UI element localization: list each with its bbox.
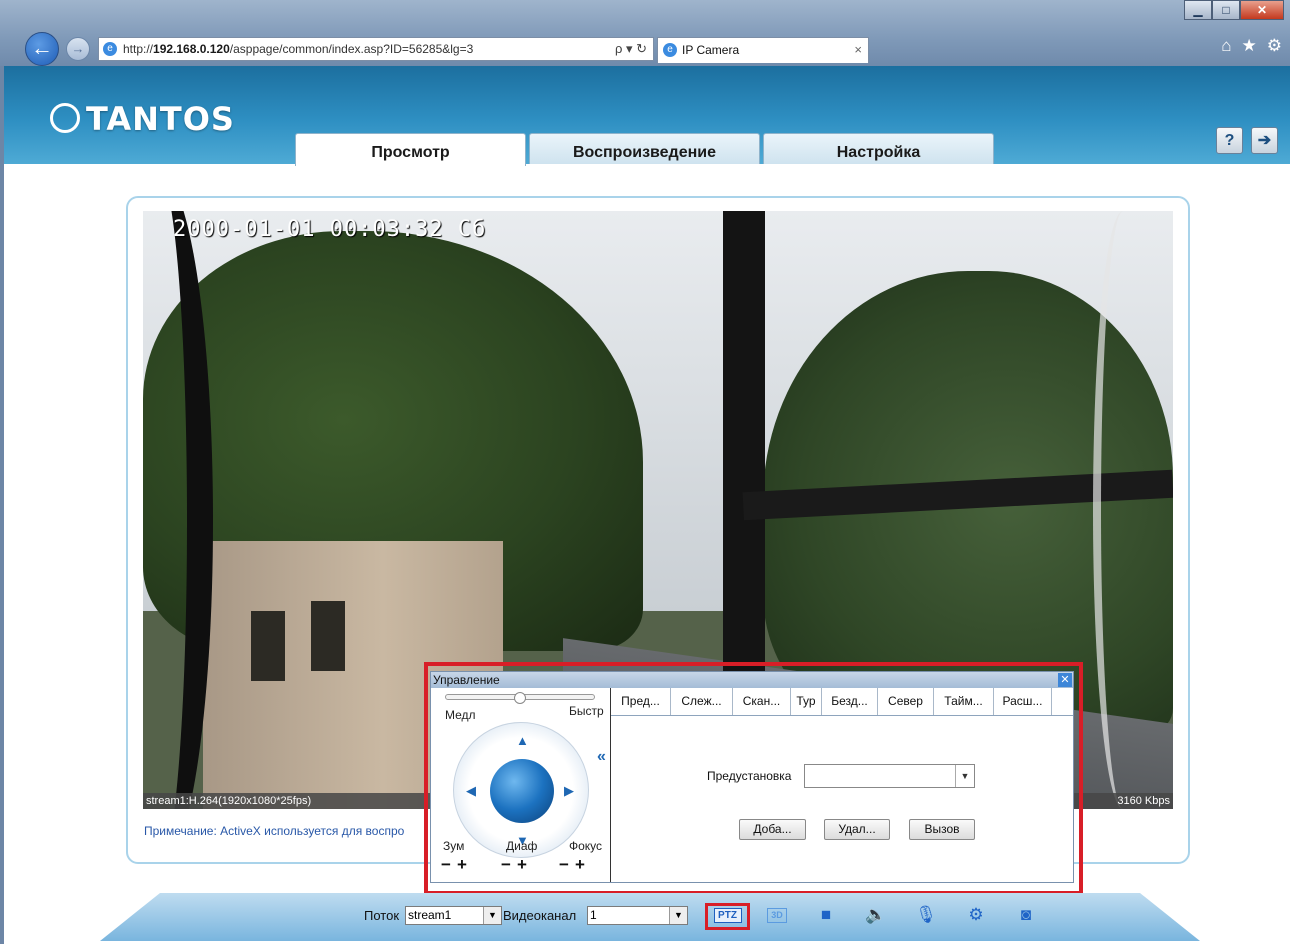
pan-left-icon[interactable]: ◀	[466, 783, 476, 799]
settings-icon[interactable]: ⚙	[965, 905, 987, 925]
logo: TANTOS	[50, 100, 235, 138]
url-host: 192.168.0.120	[153, 42, 230, 56]
settings-gear-icon[interactable]: ⚙	[1267, 36, 1282, 56]
tab-idle[interactable]: Безд...	[822, 688, 878, 715]
video-window	[251, 611, 285, 681]
preset-label: Предустановка	[707, 769, 792, 783]
ie-icon: e	[103, 42, 117, 56]
bitrate: 3160 Kbps	[1117, 795, 1170, 807]
ptz-tabs: Пред... Слеж... Скан... Тур Безд... Севе…	[611, 688, 1073, 716]
browser-toolbar: ⌂ ★ ⚙	[1221, 36, 1282, 56]
logout-icon[interactable]: ➔	[1251, 127, 1278, 154]
chevron-down-icon[interactable]: ▼	[483, 907, 501, 924]
address-bar[interactable]: e http://192.168.0.120/asppage/common/in…	[98, 37, 654, 61]
osd-timestamp: 2000-01-01 00:03:32 Сб	[173, 217, 487, 242]
minimize-button[interactable]: ▁	[1184, 0, 1212, 20]
window-edge	[0, 66, 4, 944]
channel-value: 1	[590, 908, 597, 922]
home-icon[interactable]: ⌂	[1221, 36, 1231, 56]
iris-label: Диаф	[506, 839, 538, 853]
tab-settings[interactable]: Настройка	[763, 133, 994, 164]
tab-close-icon[interactable]: ×	[854, 38, 862, 62]
video-grille	[1093, 211, 1153, 809]
ptz-icon: PTZ	[713, 908, 742, 923]
zoom-plus-button[interactable]: +	[457, 855, 473, 874]
collapse-icon[interactable]: «	[597, 748, 606, 766]
snapshot-camera-icon[interactable]: ◙	[1015, 905, 1037, 925]
ptz-panel: Управление ✕ Медл Быстр ▲ ▼ ◀ ▶ « Зум Ди…	[430, 671, 1074, 883]
pan-up-icon[interactable]: ▲	[516, 733, 529, 748]
focus-plus-button[interactable]: +	[575, 855, 591, 874]
stream-value: stream1	[408, 908, 452, 922]
url-path: /asppage/common/index.asp?ID=56285&lg=3	[229, 42, 474, 56]
channel-select[interactable]: 1 ▼	[587, 906, 688, 925]
tab-title: IP Camera	[682, 43, 740, 57]
activex-note: Примечание: ActiveX используется для вос…	[144, 824, 405, 838]
focus-minus-button[interactable]: −	[559, 855, 575, 874]
iris-plus-button[interactable]: +	[517, 855, 533, 874]
add-preset-button[interactable]: Доба...	[739, 819, 806, 840]
pan-right-icon[interactable]: ▶	[564, 783, 574, 799]
logo-icon	[50, 103, 80, 133]
ptz-title-bar[interactable]: Управление ✕	[431, 672, 1073, 688]
tab-north[interactable]: Север	[878, 688, 934, 715]
ptz-joystick[interactable]: ▲ ▼ ◀ ▶	[453, 722, 589, 858]
speed-slider-handle[interactable]	[514, 692, 526, 704]
logo-text: TANTOS	[86, 100, 235, 138]
stream-info: stream1:H.264(1920x1080*25fps)	[146, 795, 312, 807]
address-search-controls[interactable]: ρ ▾ ↻	[615, 38, 647, 60]
channel-label: Видеоканал	[503, 908, 577, 923]
header-controls: ? ➔	[1216, 127, 1278, 154]
3d-button[interactable]: 3D	[767, 908, 787, 923]
favorites-icon[interactable]: ★	[1242, 36, 1257, 56]
speed-slow-label: Медл	[445, 708, 476, 722]
video-window	[311, 601, 345, 671]
ie-icon: e	[663, 43, 677, 57]
delete-preset-button[interactable]: Удал...	[824, 819, 890, 840]
tab-tracking[interactable]: Слеж...	[671, 688, 733, 715]
tab-live-view[interactable]: Просмотр	[295, 133, 526, 166]
stop-icon[interactable]: ■	[815, 905, 837, 925]
ptz-joystick-area: Медл Быстр ▲ ▼ ◀ ▶ « Зум Диаф Фокус −+ −…	[431, 688, 611, 882]
call-preset-button[interactable]: Вызов	[909, 819, 975, 840]
ptz-title: Управление	[433, 673, 500, 687]
ptz-button[interactable]: PTZ	[705, 903, 750, 930]
tab-scan[interactable]: Скан...	[733, 688, 791, 715]
speed-fast-label: Быстр	[569, 704, 604, 718]
tab-preset[interactable]: Пред...	[611, 688, 671, 715]
help-icon[interactable]: ?	[1216, 127, 1243, 154]
iris-minus-button[interactable]: −	[501, 855, 517, 874]
zoom-label: Зум	[443, 839, 465, 853]
browser-tab[interactable]: e IP Camera ×	[657, 37, 869, 63]
forward-icon[interactable]: →	[66, 37, 90, 61]
close-icon[interactable]: ✕	[1058, 673, 1072, 687]
close-window-button[interactable]: ✕	[1240, 0, 1284, 20]
mute-audio-icon[interactable]: 🔈	[865, 905, 887, 925]
chevron-down-icon[interactable]: ▼	[955, 765, 974, 787]
mute-mic-icon[interactable]: 🎙	[915, 905, 937, 925]
tab-tour[interactable]: Тур	[791, 688, 822, 715]
tab-playback[interactable]: Воспроизведение	[529, 133, 760, 164]
tab-timer[interactable]: Тайм...	[934, 688, 994, 715]
preset-select[interactable]: ▼	[804, 764, 975, 788]
browser-chrome: ← → e http://192.168.0.120/asppage/commo…	[0, 0, 1290, 66]
maximize-button[interactable]: □	[1212, 0, 1240, 20]
zoom-minus-button[interactable]: −	[441, 855, 457, 874]
stream-select[interactable]: stream1 ▼	[405, 906, 502, 925]
window-controls: ▁ □ ✕	[1184, 0, 1284, 22]
tab-extended[interactable]: Расш...	[994, 688, 1052, 715]
joystick-center[interactable]	[490, 759, 554, 823]
focus-label: Фокус	[569, 839, 603, 853]
stream-label: Поток	[364, 908, 400, 923]
chevron-down-icon[interactable]: ▼	[669, 907, 687, 924]
url-prefix: http://	[123, 42, 154, 56]
back-icon[interactable]: ←	[25, 32, 59, 66]
